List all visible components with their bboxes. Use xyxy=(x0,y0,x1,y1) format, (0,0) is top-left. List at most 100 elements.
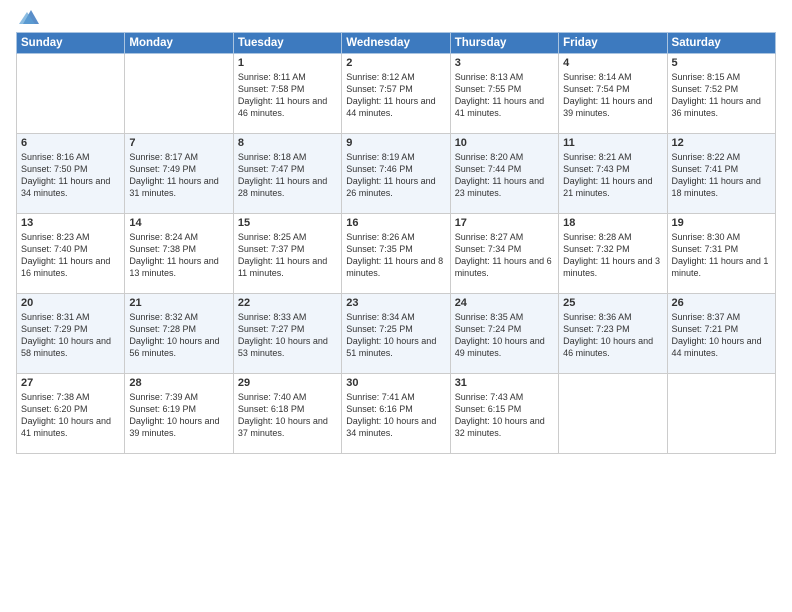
day-info: Sunrise: 7:39 AM Sunset: 6:19 PM Dayligh… xyxy=(129,391,228,440)
day-number: 20 xyxy=(21,297,120,309)
day-cell xyxy=(125,54,233,134)
day-cell: 7 Sunrise: 8:17 AM Sunset: 7:49 PM Daylig… xyxy=(125,134,233,214)
day-cell: 15Sunrise: 8:25 AM Sunset: 7:37 PM Dayli… xyxy=(233,214,341,294)
day-cell: 5 Sunrise: 8:15 AM Sunset: 7:52 PM Daylig… xyxy=(667,54,775,134)
day-number: 7 xyxy=(129,137,228,149)
day-cell: 17 Sunrise: 8:27 AM Sunset: 7:34 PM Dayli… xyxy=(450,214,558,294)
day-cell: 16Sunrise: 8:26 AM Sunset: 7:35 PM Dayli… xyxy=(342,214,450,294)
day-info: Sunrise: 8:30 AM Sunset: 7:31 PM Dayligh… xyxy=(672,231,771,280)
day-info: Sunrise: 8:28 AM Sunset: 7:32 PM Dayligh… xyxy=(563,231,662,280)
day-number: 18 xyxy=(563,217,662,229)
day-number: 26 xyxy=(672,297,771,309)
day-number: 24 xyxy=(455,297,554,309)
day-number: 14 xyxy=(129,217,228,229)
day-cell: 20 Sunrise: 8:31 AM Sunset: 7:29 PM Dayli… xyxy=(17,294,125,374)
day-info: Sunrise: 8:26 AM Sunset: 7:35 PM Dayligh… xyxy=(346,231,445,280)
day-info: Sunrise: 8:27 AM Sunset: 7:34 PM Dayligh… xyxy=(455,231,554,280)
day-info: Sunrise: 8:17 AM Sunset: 7:49 PM Dayligh… xyxy=(129,151,228,200)
day-info: Sunrise: 8:25 AM Sunset: 7:37 PM Dayligh… xyxy=(238,231,337,280)
day-info: Sunrise: 7:43 AM Sunset: 6:15 PM Dayligh… xyxy=(455,391,554,440)
day-number: 30 xyxy=(346,377,445,389)
day-cell: 30Sunrise: 7:41 AM Sunset: 6:16 PM Dayli… xyxy=(342,374,450,454)
day-number: 1 xyxy=(238,57,337,69)
page: SundayMondayTuesdayWednesdayThursdayFrid… xyxy=(0,0,792,612)
week-row-4: 27 Sunrise: 7:38 AM Sunset: 6:20 PM Dayli… xyxy=(17,374,776,454)
day-cell: 14 Sunrise: 8:24 AM Sunset: 7:38 PM Dayli… xyxy=(125,214,233,294)
day-cell: 4Sunrise: 8:14 AM Sunset: 7:54 PM Daylig… xyxy=(559,54,667,134)
day-info: Sunrise: 8:15 AM Sunset: 7:52 PM Dayligh… xyxy=(672,71,771,120)
day-cell: 3Sunrise: 8:13 AM Sunset: 7:55 PM Daylig… xyxy=(450,54,558,134)
day-cell xyxy=(17,54,125,134)
day-number: 17 xyxy=(455,217,554,229)
day-number: 27 xyxy=(21,377,120,389)
day-cell: 9 Sunrise: 8:19 AM Sunset: 7:46 PM Daylig… xyxy=(342,134,450,214)
day-info: Sunrise: 8:14 AM Sunset: 7:54 PM Dayligh… xyxy=(563,71,662,120)
day-number: 28 xyxy=(129,377,228,389)
calendar-table: SundayMondayTuesdayWednesdayThursdayFrid… xyxy=(16,32,776,454)
day-info: Sunrise: 8:16 AM Sunset: 7:50 PM Dayligh… xyxy=(21,151,120,200)
day-number: 9 xyxy=(346,137,445,149)
day-cell: 25Sunrise: 8:36 AM Sunset: 7:23 PM Dayli… xyxy=(559,294,667,374)
day-number: 31 xyxy=(455,377,554,389)
col-header-tuesday: Tuesday xyxy=(233,33,341,54)
week-row-1: 6 Sunrise: 8:16 AM Sunset: 7:50 PM Daylig… xyxy=(17,134,776,214)
day-cell: 26 Sunrise: 8:37 AM Sunset: 7:21 PM Dayli… xyxy=(667,294,775,374)
header-row: SundayMondayTuesdayWednesdayThursdayFrid… xyxy=(17,33,776,54)
day-number: 3 xyxy=(455,57,554,69)
day-number: 22 xyxy=(238,297,337,309)
day-info: Sunrise: 8:23 AM Sunset: 7:40 PM Dayligh… xyxy=(21,231,120,280)
header xyxy=(16,10,776,26)
day-info: Sunrise: 8:37 AM Sunset: 7:21 PM Dayligh… xyxy=(672,311,771,360)
day-info: Sunrise: 8:18 AM Sunset: 7:47 PM Dayligh… xyxy=(238,151,337,200)
col-header-saturday: Saturday xyxy=(667,33,775,54)
week-row-0: 1 Sunrise: 8:11 AM Sunset: 7:58 PM Daylig… xyxy=(17,54,776,134)
day-info: Sunrise: 7:40 AM Sunset: 6:18 PM Dayligh… xyxy=(238,391,337,440)
week-row-2: 13 Sunrise: 8:23 AM Sunset: 7:40 PM Dayli… xyxy=(17,214,776,294)
col-header-friday: Friday xyxy=(559,33,667,54)
day-number: 21 xyxy=(129,297,228,309)
day-info: Sunrise: 8:12 AM Sunset: 7:57 PM Dayligh… xyxy=(346,71,445,120)
col-header-sunday: Sunday xyxy=(17,33,125,54)
day-number: 23 xyxy=(346,297,445,309)
day-cell: 6 Sunrise: 8:16 AM Sunset: 7:50 PM Daylig… xyxy=(17,134,125,214)
day-cell: 1 Sunrise: 8:11 AM Sunset: 7:58 PM Daylig… xyxy=(233,54,341,134)
day-number: 19 xyxy=(672,217,771,229)
col-header-thursday: Thursday xyxy=(450,33,558,54)
day-info: Sunrise: 8:32 AM Sunset: 7:28 PM Dayligh… xyxy=(129,311,228,360)
day-info: Sunrise: 7:38 AM Sunset: 6:20 PM Dayligh… xyxy=(21,391,120,440)
logo xyxy=(16,10,41,26)
day-info: Sunrise: 8:35 AM Sunset: 7:24 PM Dayligh… xyxy=(455,311,554,360)
day-cell: 28 Sunrise: 7:39 AM Sunset: 6:19 PM Dayli… xyxy=(125,374,233,454)
day-cell: 8 Sunrise: 8:18 AM Sunset: 7:47 PM Daylig… xyxy=(233,134,341,214)
day-info: Sunrise: 8:19 AM Sunset: 7:46 PM Dayligh… xyxy=(346,151,445,200)
day-cell: 23 Sunrise: 8:34 AM Sunset: 7:25 PM Dayli… xyxy=(342,294,450,374)
day-info: Sunrise: 8:36 AM Sunset: 7:23 PM Dayligh… xyxy=(563,311,662,360)
col-header-monday: Monday xyxy=(125,33,233,54)
day-cell: 19 Sunrise: 8:30 AM Sunset: 7:31 PM Dayli… xyxy=(667,214,775,294)
day-cell: 12Sunrise: 8:22 AM Sunset: 7:41 PM Dayli… xyxy=(667,134,775,214)
day-cell: 18 Sunrise: 8:28 AM Sunset: 7:32 PM Dayli… xyxy=(559,214,667,294)
day-cell: 13 Sunrise: 8:23 AM Sunset: 7:40 PM Dayli… xyxy=(17,214,125,294)
day-number: 6 xyxy=(21,137,120,149)
day-number: 10 xyxy=(455,137,554,149)
day-cell xyxy=(667,374,775,454)
day-cell: 21 Sunrise: 8:32 AM Sunset: 7:28 PM Dayli… xyxy=(125,294,233,374)
day-number: 11 xyxy=(563,137,662,149)
day-cell xyxy=(559,374,667,454)
day-number: 5 xyxy=(672,57,771,69)
day-info: Sunrise: 8:24 AM Sunset: 7:38 PM Dayligh… xyxy=(129,231,228,280)
day-info: Sunrise: 8:34 AM Sunset: 7:25 PM Dayligh… xyxy=(346,311,445,360)
day-cell: 27 Sunrise: 7:38 AM Sunset: 6:20 PM Dayli… xyxy=(17,374,125,454)
day-cell: 10Sunrise: 8:20 AM Sunset: 7:44 PM Dayli… xyxy=(450,134,558,214)
day-cell: 24 Sunrise: 8:35 AM Sunset: 7:24 PM Dayli… xyxy=(450,294,558,374)
logo-icon xyxy=(19,8,41,26)
day-cell: 11Sunrise: 8:21 AM Sunset: 7:43 PM Dayli… xyxy=(559,134,667,214)
day-number: 2 xyxy=(346,57,445,69)
day-info: Sunrise: 8:31 AM Sunset: 7:29 PM Dayligh… xyxy=(21,311,120,360)
day-cell: 31 Sunrise: 7:43 AM Sunset: 6:15 PM Dayli… xyxy=(450,374,558,454)
day-number: 8 xyxy=(238,137,337,149)
day-number: 13 xyxy=(21,217,120,229)
day-cell: 29Sunrise: 7:40 AM Sunset: 6:18 PM Dayli… xyxy=(233,374,341,454)
day-info: Sunrise: 8:33 AM Sunset: 7:27 PM Dayligh… xyxy=(238,311,337,360)
day-info: Sunrise: 8:11 AM Sunset: 7:58 PM Dayligh… xyxy=(238,71,337,120)
